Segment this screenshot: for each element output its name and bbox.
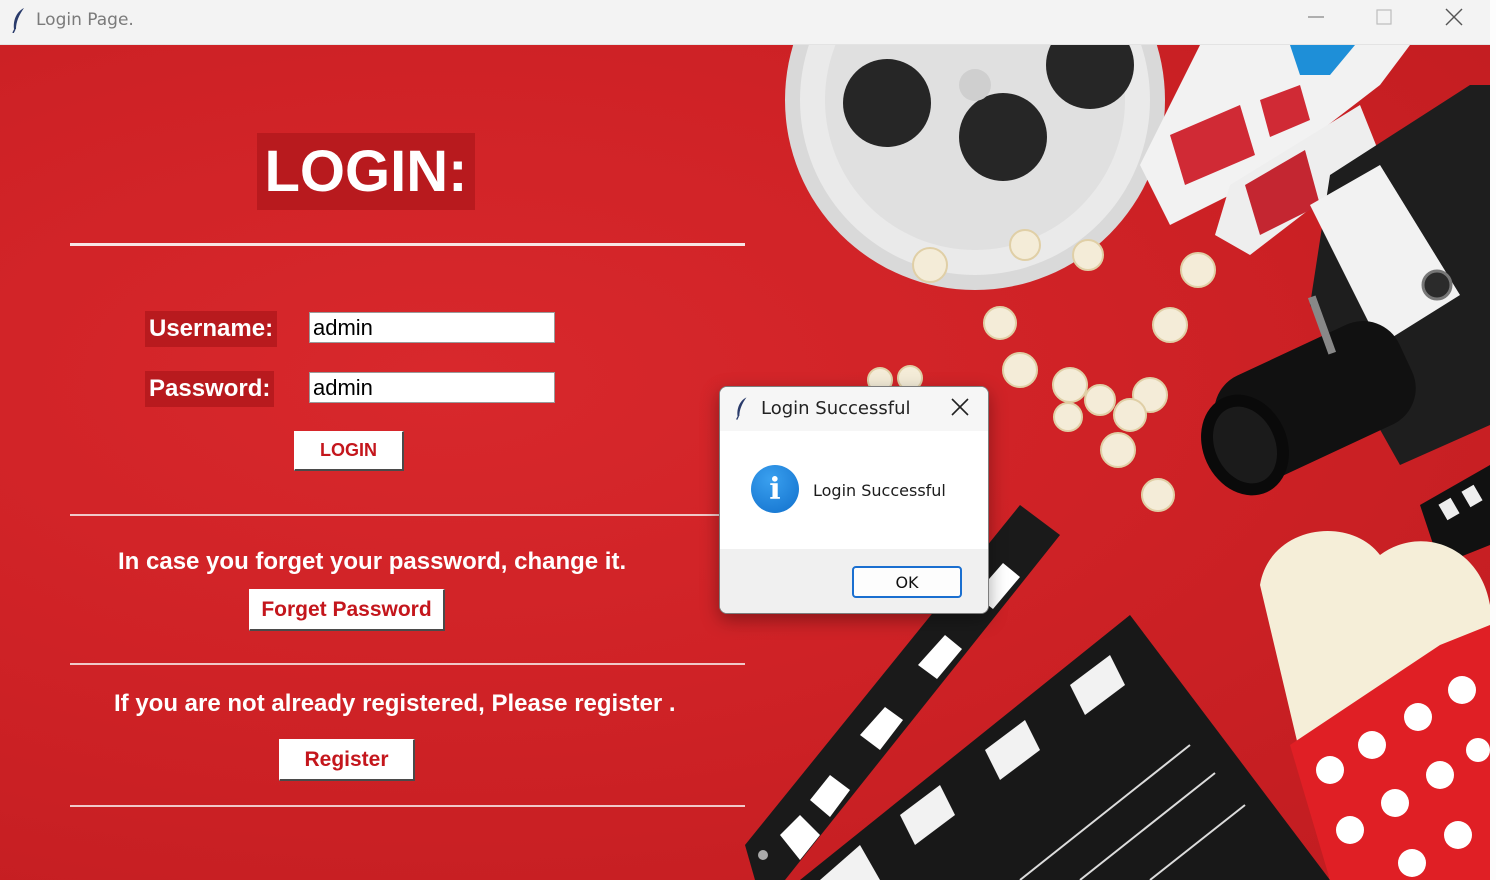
dialog-titlebar: Login Successful — [720, 387, 988, 431]
username-input[interactable] — [309, 312, 555, 343]
login-successful-dialog: Login Successful i Login Successful OK — [719, 386, 989, 614]
login-heading: LOGIN: — [257, 133, 475, 210]
close-icon — [1445, 8, 1463, 31]
popcorn-box-image — [1260, 531, 1490, 880]
divider-bottom — [70, 805, 745, 807]
divider-middle — [70, 514, 745, 516]
info-icon: i — [751, 465, 799, 513]
register-caption: If you are not already registered, Pleas… — [114, 690, 676, 717]
dialog-close-button[interactable] — [940, 393, 980, 425]
close-icon — [951, 397, 969, 421]
dialog-footer: OK — [720, 549, 988, 613]
window-edge — [1490, 0, 1496, 880]
forget-password-button[interactable]: Forget Password — [249, 589, 445, 631]
feather-icon — [10, 7, 28, 38]
dialog-body: i Login Successful — [720, 431, 988, 549]
password-input[interactable] — [309, 372, 555, 403]
window-title: Login Page. — [36, 10, 134, 30]
minimize-icon — [1308, 9, 1324, 30]
maximize-button[interactable] — [1354, 0, 1414, 38]
divider-lower — [70, 663, 745, 665]
feather-icon — [734, 396, 750, 425]
dialog-title: Login Successful — [761, 398, 911, 419]
login-button[interactable]: LOGIN — [294, 431, 404, 471]
divider-top — [70, 243, 745, 246]
username-label: Username: — [145, 311, 278, 347]
register-button[interactable]: Register — [279, 739, 415, 781]
window-titlebar: Login Page. — [0, 0, 1490, 45]
password-label: Password: — [145, 371, 275, 407]
maximize-icon — [1376, 8, 1392, 30]
dialog-message: Login Successful — [813, 481, 946, 500]
forgot-caption: In case you forget your password, change… — [118, 548, 627, 575]
window-close-button[interactable] — [1424, 0, 1484, 38]
film-reel-image — [785, 45, 1165, 290]
minimize-button[interactable] — [1286, 0, 1346, 38]
ok-button[interactable]: OK — [852, 566, 962, 598]
